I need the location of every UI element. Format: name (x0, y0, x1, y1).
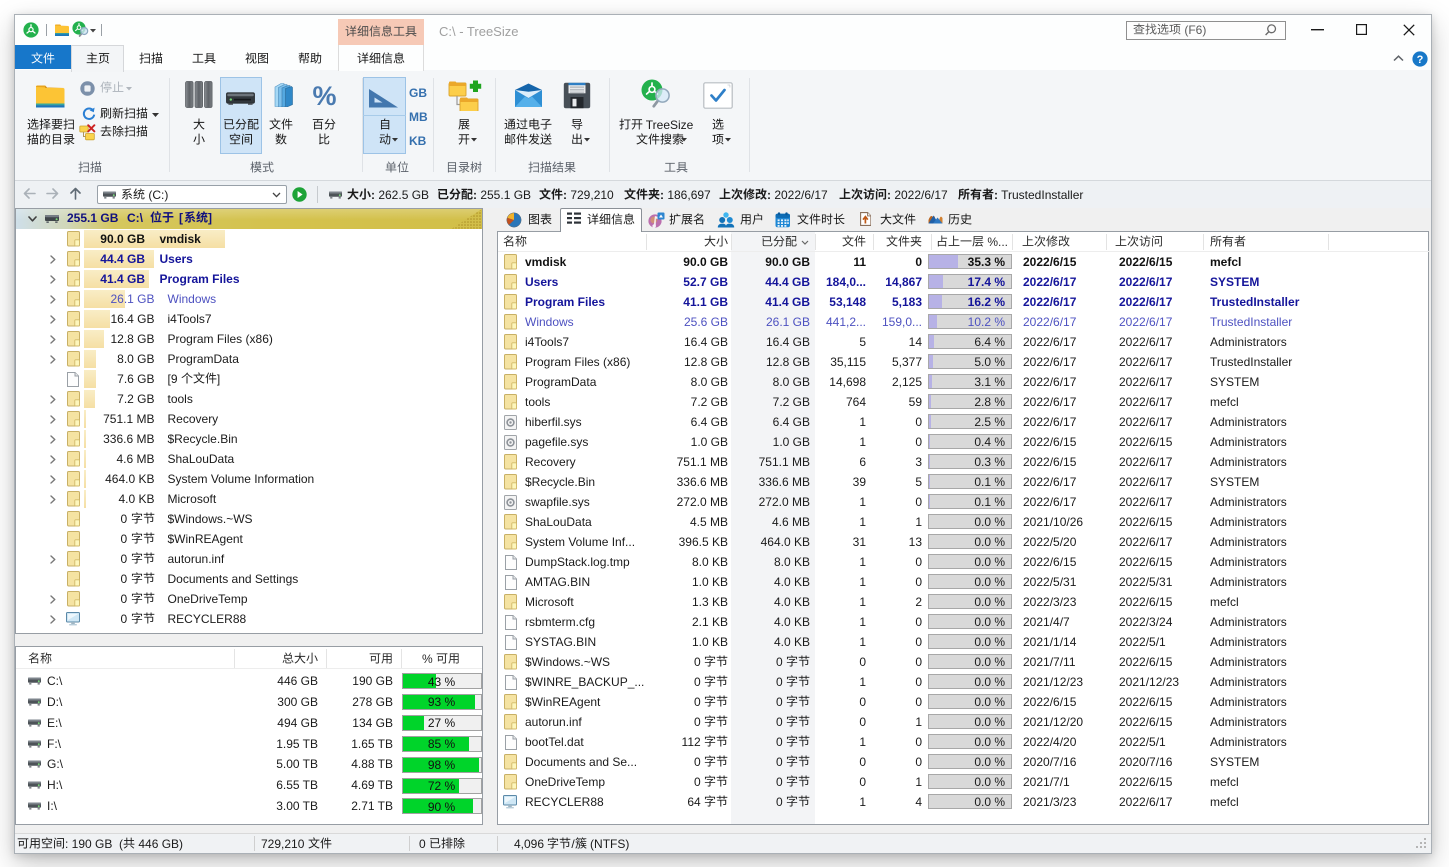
svg-text:%: % (312, 81, 336, 109)
svg-text:?: ? (1417, 54, 1424, 66)
